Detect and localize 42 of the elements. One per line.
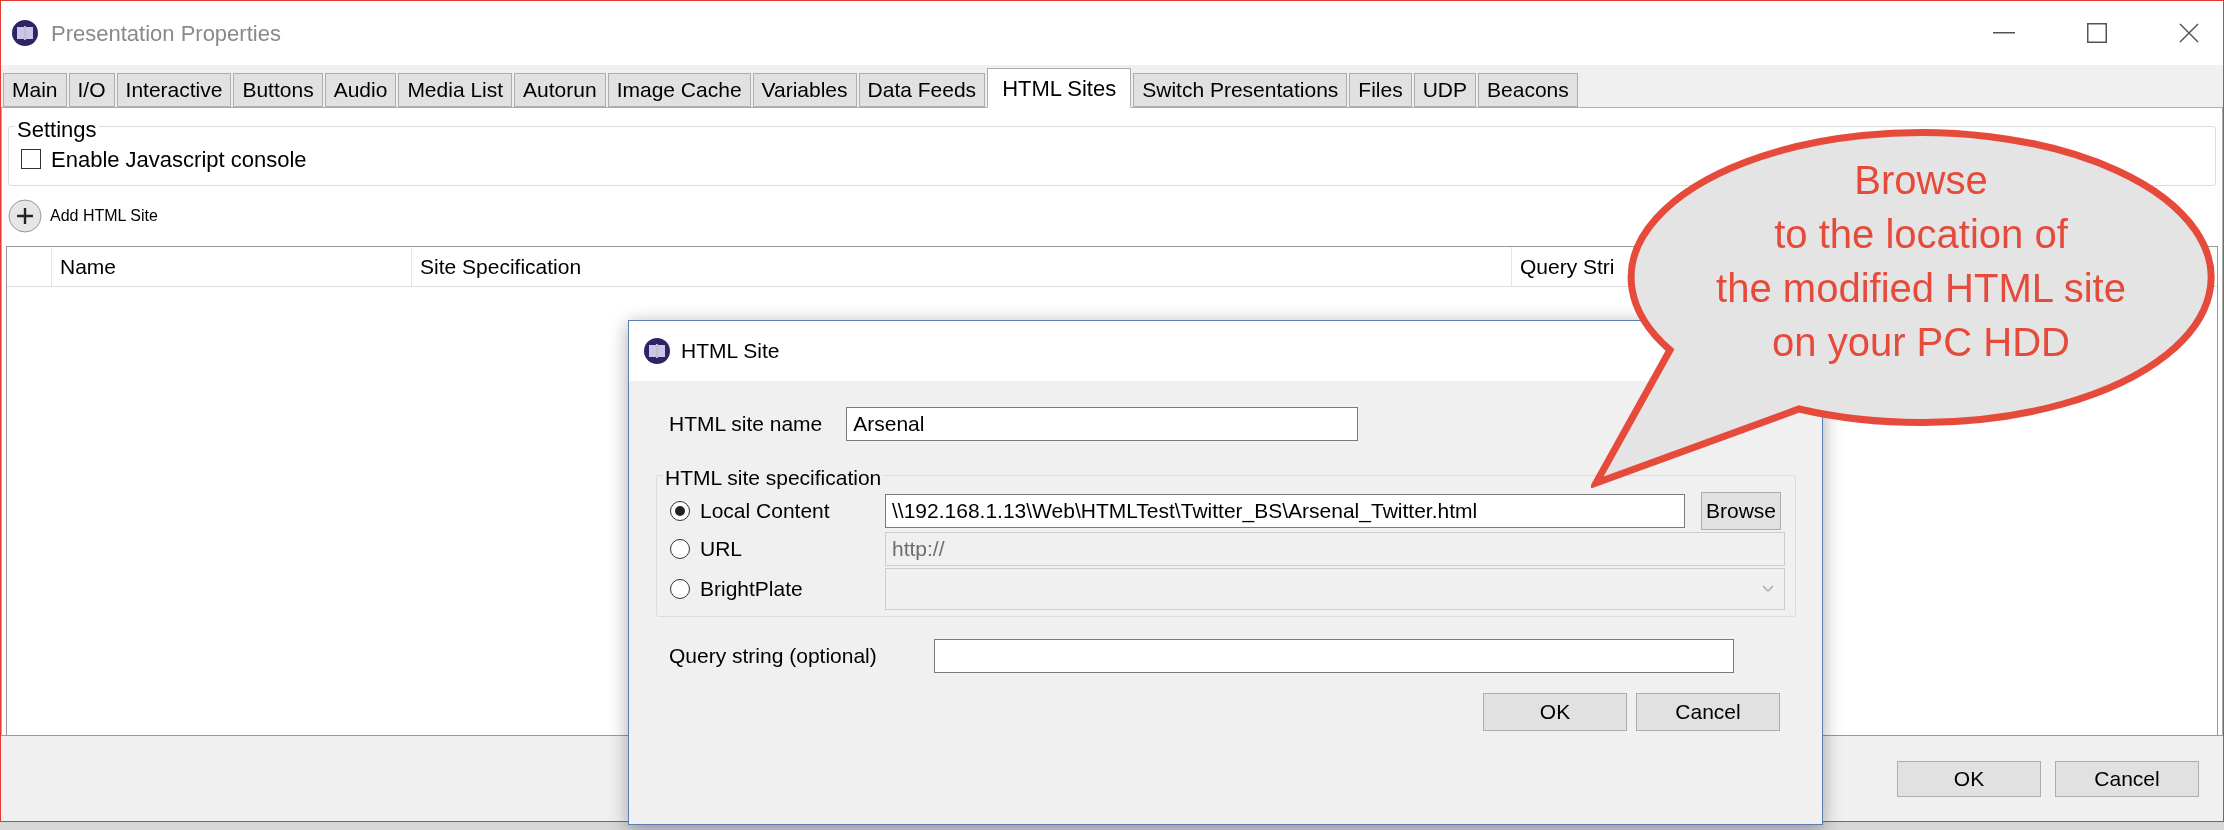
tab[interactable]: HTML Sites <box>987 68 1132 108</box>
tab[interactable]: Main <box>3 73 67 107</box>
dialog-button[interactable]: OK <box>1483 693 1627 731</box>
radio-button[interactable] <box>670 501 690 521</box>
tab[interactable]: Media List <box>398 73 513 107</box>
radio-label: Local Content <box>700 498 830 525</box>
radio-label: URL <box>700 536 742 563</box>
input-field[interactable]: \\192.168.1.13\Web\HTMLTest\Twitter_BS\Arsenal_Twitter.html <box>885 494 1685 528</box>
add-site-link[interactable]: Add HTML Site <box>50 204 158 228</box>
tab[interactable]: Data Feeds <box>858 73 986 107</box>
app-logo-icon <box>11 19 39 47</box>
callout-text: Browse to the location of the modified HTML site on your PC HDD <box>1716 157 2126 366</box>
checkbox-label: Enable Javascript console <box>51 145 307 174</box>
tab[interactable]: Beacons <box>1478 73 1578 107</box>
field-label: Query string (optional) <box>669 643 878 670</box>
browse-button[interactable]: Browse <box>1701 492 1782 530</box>
chevron-down-icon <box>1762 585 1774 593</box>
tab[interactable]: Audio <box>324 73 397 107</box>
dialog-button[interactable]: Cancel <box>2055 760 2199 797</box>
tab[interactable]: Files <box>1349 73 1412 107</box>
app-logo-icon <box>643 337 671 365</box>
tab[interactable]: I/O <box>68 73 115 107</box>
field-label: HTML site name <box>669 411 823 438</box>
tab[interactable]: Variables <box>752 73 857 107</box>
tab[interactable]: Interactive <box>116 73 232 107</box>
maximize-icon[interactable] <box>2087 23 2107 43</box>
close-icon[interactable] <box>2179 23 2199 43</box>
minimize-icon[interactable] <box>1993 32 2015 34</box>
input-field[interactable] <box>934 639 1734 673</box>
add-icon[interactable] <box>8 199 42 233</box>
tab[interactable]: Autorun <box>514 73 606 107</box>
dialog-button[interactable]: Cancel <box>1636 693 1780 731</box>
tab[interactable]: Switch Presentations <box>1133 73 1348 107</box>
window-title: Presentation Properties <box>51 19 281 48</box>
dialog-button[interactable]: OK <box>1897 760 2041 797</box>
tab[interactable]: Buttons <box>233 73 323 107</box>
tab[interactable]: Image Cache <box>607 73 751 107</box>
dialog-title: HTML Site <box>681 338 780 365</box>
checkbox[interactable] <box>21 149 41 169</box>
tab[interactable]: UDP <box>1413 73 1476 107</box>
radio-label: BrightPlate <box>700 576 803 603</box>
input-field[interactable]: Arsenal <box>846 407 1359 441</box>
